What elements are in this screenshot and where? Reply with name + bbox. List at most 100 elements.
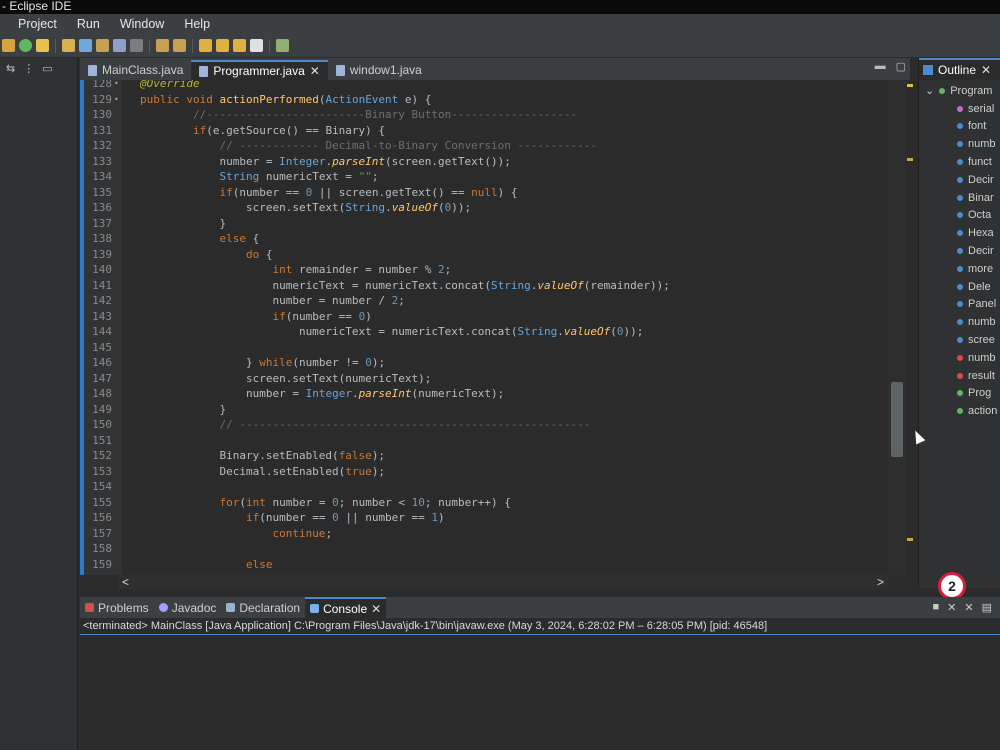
code-line[interactable]: 137 } (84, 216, 884, 232)
debug-icon[interactable] (19, 39, 32, 52)
code-line[interactable]: 151 (84, 433, 884, 449)
menu-project[interactable]: Project (8, 14, 67, 34)
code-line[interactable]: 141 numericText = numericText.concat(Str… (84, 278, 884, 294)
outline-item[interactable]: result (919, 367, 1000, 385)
link-editor-icon[interactable]: ⇆ (6, 62, 15, 75)
next-edit-icon[interactable] (250, 39, 263, 52)
tab-problems[interactable]: Problems (80, 597, 154, 618)
open-folder-icon[interactable] (62, 39, 75, 52)
outline-item[interactable]: numb (919, 135, 1000, 153)
outline-item[interactable]: numb (919, 349, 1000, 367)
close-icon[interactable]: ✕ (981, 63, 991, 77)
code-line[interactable]: 150 // ---------------------------------… (84, 417, 884, 433)
menu-window[interactable]: Window (110, 14, 174, 34)
code-line[interactable]: 147 screen.setText(numericText); (84, 371, 884, 387)
outline-item[interactable]: Octa (919, 207, 1000, 225)
perspective-icon[interactable] (276, 39, 289, 52)
tab-window1[interactable]: window1.java (328, 60, 430, 80)
code-line[interactable]: 139 do { (84, 247, 884, 263)
outline-item[interactable]: action (919, 402, 1000, 420)
view-menu-icon[interactable]: ⋮ (23, 62, 34, 75)
code-line[interactable]: 154 (84, 479, 884, 495)
code-line[interactable]: 144 numericText = numericText.concat(Str… (84, 324, 884, 340)
new-icon[interactable] (2, 39, 15, 52)
code-line[interactable]: 143 if(number == 0) (84, 309, 884, 325)
outline-item[interactable]: ⌄ Program (919, 82, 1000, 100)
code-editor[interactable]: 128 • @Override 129 • public void actionPerfo… (80, 80, 910, 575)
back-arrow-icon[interactable] (199, 39, 212, 52)
code-line[interactable]: 156 if(number == 0 || number == 1) (84, 510, 884, 526)
outline-item[interactable]: scree (919, 331, 1000, 349)
outline-item[interactable]: Decir (919, 171, 1000, 189)
pilcrow-icon[interactable] (130, 39, 143, 52)
outline-item[interactable]: more (919, 260, 1000, 278)
scroll-right-icon[interactable]: > (877, 575, 884, 589)
scroll-left-icon[interactable]: < (122, 575, 129, 589)
outline-item[interactable]: Decir (919, 242, 1000, 260)
tab-outline[interactable]: Outline ✕ (919, 58, 1000, 80)
minimize-icon[interactable]: ▬ (875, 60, 886, 73)
vertical-scrollbar[interactable] (888, 80, 906, 575)
outline-item[interactable]: Binar (919, 189, 1000, 207)
prev-edit-icon[interactable] (233, 39, 246, 52)
code-line[interactable]: 140 int remainder = number % 2; (84, 262, 884, 278)
console-output[interactable] (80, 634, 1000, 750)
code-line[interactable]: 135 if(number == 0 || screen.getText() =… (84, 185, 884, 201)
warning-marker[interactable] (907, 84, 913, 87)
tab-console[interactable]: Console ✕ (305, 597, 387, 618)
package-icon[interactable] (79, 39, 92, 52)
menu-help[interactable]: Help (174, 14, 220, 34)
terminate-icon[interactable]: ■ (933, 601, 940, 614)
close-icon[interactable]: ✕ (310, 64, 320, 78)
brush-icon[interactable] (36, 39, 49, 52)
code-line[interactable]: 132 // ------------ Decimal-to-Binary Co… (84, 138, 884, 154)
code-line[interactable]: 131 if(e.getSource() == Binary) { (84, 123, 884, 139)
code-line[interactable]: 134 String numericText = ""; (84, 169, 884, 185)
outline-item[interactable]: numb (919, 313, 1000, 331)
occurrence-marker[interactable] (907, 538, 913, 541)
outline-item[interactable]: serial (919, 100, 1000, 118)
code-line[interactable]: 136 screen.setText(String.valueOf(0)); (84, 200, 884, 216)
menu-run[interactable]: Run (67, 14, 110, 34)
annotation-icon[interactable] (156, 39, 169, 52)
tab-declaration[interactable]: Declaration (221, 597, 305, 618)
code-line[interactable]: 130 //------------------------Binary But… (84, 107, 884, 123)
code-line[interactable]: 142 number = number / 2; (84, 293, 884, 309)
task-icon[interactable] (96, 39, 109, 52)
forward-arrow-icon[interactable] (216, 39, 229, 52)
code-line[interactable]: 153 Decimal.setEnabled(true); (84, 464, 884, 480)
horizontal-scrollbar[interactable]: < > (118, 575, 888, 589)
tab-mainclass[interactable]: MainClass.java (80, 60, 191, 80)
tab-programmer[interactable]: Programmer.java ✕ (191, 60, 328, 80)
occurrence-marker[interactable] (907, 158, 913, 161)
code-line[interactable]: 157 continue; (84, 526, 884, 542)
outline-item[interactable]: funct (919, 153, 1000, 171)
code-line[interactable]: 148 number = Integer.parseInt(numericTex… (84, 386, 884, 402)
code-line[interactable]: 152 Binary.setEnabled(false); (84, 448, 884, 464)
outline-item[interactable]: Panel (919, 296, 1000, 314)
outline-item[interactable]: Dele (919, 278, 1000, 296)
code-line[interactable]: 155 for(int number = 0; number < 10; num… (84, 495, 884, 511)
code-line[interactable]: 128 • @Override (84, 80, 884, 92)
code-line[interactable]: 149 } (84, 402, 884, 418)
scrollbar-thumb[interactable] (891, 382, 903, 457)
code-line[interactable]: 158 (84, 541, 884, 557)
tab-javadoc[interactable]: Javadoc (154, 597, 222, 618)
outline-item[interactable]: Prog (919, 385, 1000, 403)
remove-all-icon[interactable]: ✕ (964, 601, 973, 614)
clear-console-icon[interactable]: ▤ (982, 601, 992, 614)
code-line[interactable]: 159 else (84, 557, 884, 573)
code-line[interactable]: 133 number = Integer.parseInt(screen.get… (84, 154, 884, 170)
maximize-icon[interactable]: ▢ (896, 60, 906, 73)
chevron-down-icon[interactable]: ⌄ (925, 84, 934, 97)
code-line[interactable]: 129 • public void actionPerformed(ActionEv… (84, 92, 884, 108)
code-line[interactable]: 138 else { (84, 231, 884, 247)
code-line[interactable]: 146 } while(number != 0); (84, 355, 884, 371)
code-line[interactable]: 145 (84, 340, 884, 356)
search-icon[interactable] (113, 39, 126, 52)
next-annotation-icon[interactable] (173, 39, 186, 52)
outline-item[interactable]: font (919, 118, 1000, 136)
close-icon[interactable]: ✕ (371, 602, 381, 616)
minimize-icon[interactable]: ▭ (42, 62, 52, 75)
outline-item[interactable]: Hexa (919, 224, 1000, 242)
